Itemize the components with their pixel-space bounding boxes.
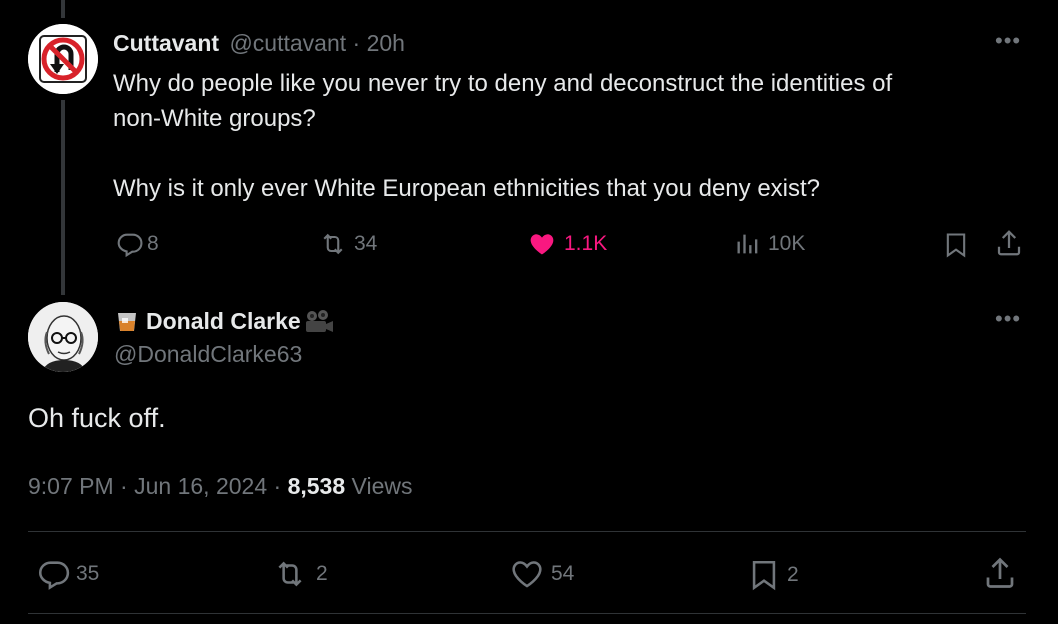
heart-icon bbox=[512, 561, 542, 588]
tweet-date[interactable]: Jun 16, 2024 bbox=[134, 473, 267, 499]
portrait-sketch-icon bbox=[28, 302, 98, 372]
bookmark-button[interactable]: 2 bbox=[747, 557, 799, 593]
share-button[interactable] bbox=[994, 228, 1024, 258]
repost-button[interactable]: 2 bbox=[270, 557, 328, 591]
avatar-donald-clarke[interactable] bbox=[28, 302, 98, 372]
share-icon bbox=[997, 230, 1021, 256]
reply-count: 8 bbox=[147, 232, 159, 255]
main-tweet-text: Oh fuck off. bbox=[28, 403, 166, 433]
thread-line-connector bbox=[61, 100, 65, 295]
like-button[interactable]: 54 bbox=[509, 557, 574, 591]
views-button[interactable]: 10K bbox=[734, 230, 805, 258]
heart-icon bbox=[530, 234, 554, 255]
reply-button[interactable]: 35 bbox=[36, 557, 99, 591]
tweet-text-line: Why do people like you never try to deny… bbox=[113, 70, 893, 97]
avatar-cuttavant[interactable] bbox=[28, 24, 98, 94]
like-count: 54 bbox=[551, 562, 575, 585]
share-icon bbox=[986, 557, 1014, 588]
bookmark-icon bbox=[946, 233, 966, 258]
reply-to-header: Cuttavant @cuttavant · 20h bbox=[113, 30, 405, 57]
whiskey-glass-icon bbox=[116, 310, 138, 334]
movie-camera-icon bbox=[303, 309, 335, 335]
tweet-time[interactable]: 9:07 PM bbox=[28, 473, 114, 499]
bookmark-icon bbox=[752, 560, 776, 591]
display-name[interactable]: Donald Clarke bbox=[146, 308, 301, 335]
no-u-turn-sign-icon bbox=[28, 24, 98, 94]
views-label: Views bbox=[351, 473, 413, 499]
reply-bubble-icon bbox=[38, 561, 70, 590]
tweet-text-line: non-White groups? bbox=[113, 105, 316, 132]
thread-line-top bbox=[61, 0, 65, 18]
bookmark-button[interactable] bbox=[942, 230, 970, 260]
bookmark-count: 2 bbox=[787, 563, 799, 586]
more-horizontal-icon[interactable]: ••• bbox=[995, 30, 1021, 52]
reply-button[interactable]: 8 bbox=[115, 230, 159, 258]
repost-icon bbox=[278, 561, 302, 587]
divider-bottom bbox=[28, 613, 1026, 614]
tweet-text-line: Why is it only ever White European ethni… bbox=[113, 175, 821, 202]
divider-top bbox=[28, 531, 1026, 532]
more-horizontal-icon[interactable]: ••• bbox=[995, 308, 1021, 330]
separator: · bbox=[120, 473, 128, 499]
repost-count: 2 bbox=[316, 562, 328, 585]
display-name[interactable]: Cuttavant bbox=[113, 30, 219, 56]
views-count[interactable]: 8,538 bbox=[288, 473, 346, 499]
repost-count: 34 bbox=[354, 232, 378, 255]
separator: · bbox=[352, 30, 361, 56]
reply-to-text: Why do people like you never try to deny… bbox=[113, 66, 1013, 206]
view-count: 10K bbox=[768, 232, 806, 255]
repost-icon bbox=[323, 233, 343, 255]
main-tweet-header: Donald Clarke bbox=[116, 308, 335, 335]
views-bar-icon bbox=[737, 234, 758, 254]
separator: · bbox=[273, 473, 282, 499]
like-count: 1.1K bbox=[564, 232, 608, 255]
reply-count: 35 bbox=[76, 562, 100, 585]
share-button[interactable] bbox=[982, 555, 1018, 591]
reply-bubble-icon bbox=[117, 233, 143, 258]
timestamp[interactable]: 20h bbox=[367, 30, 405, 56]
like-button[interactable]: 1.1K bbox=[526, 230, 607, 258]
repost-button[interactable]: 34 bbox=[316, 230, 377, 258]
handle[interactable]: @DonaldClarke63 bbox=[114, 341, 302, 368]
tweet-metadata: 9:07 PM · Jun 16, 2024 · 8,538 Views bbox=[28, 473, 412, 500]
handle[interactable]: @cuttavant bbox=[229, 30, 346, 56]
